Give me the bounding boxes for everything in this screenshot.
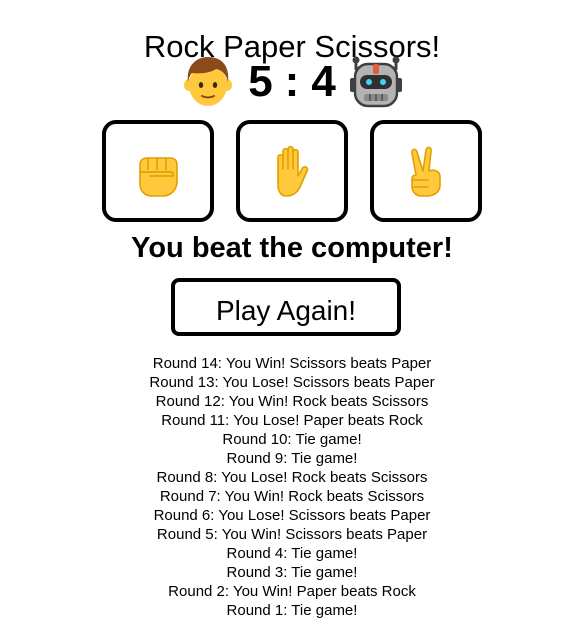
history-item: Round 4: Tie game! <box>226 545 358 562</box>
raised-hand-icon <box>264 143 320 199</box>
player-score: 5 <box>248 57 273 106</box>
history-item: Round 6: You Lose! Scissors beats Paper <box>153 507 431 524</box>
rock-button[interactable] <box>102 120 214 222</box>
play-again-button[interactable]: Play Again! <box>171 278 401 336</box>
history-item: Round 7: You Win! Rock beats Scissors <box>159 488 425 505</box>
history-item: Round 11: You Lose! Paper beats Rock <box>161 412 423 429</box>
history-item: Round 8: You Lose! Rock beats Scissors <box>156 469 428 486</box>
computer-score: 4 <box>311 57 336 106</box>
history-item: Round 2: You Win! Paper beats Rock <box>168 583 416 600</box>
choice-buttons <box>0 120 584 222</box>
scissors-button[interactable] <box>370 120 482 222</box>
paper-button[interactable] <box>236 120 348 222</box>
history-item: Round 14: You Win! Scissors beats Paper <box>152 355 432 372</box>
robot-face-icon <box>348 54 404 110</box>
history-item: Round 3: Tie game! <box>226 564 358 581</box>
score-separator: : <box>284 57 300 106</box>
score-display: 5 : 4 <box>248 54 336 110</box>
history-item: Round 10: Tie game! <box>222 431 362 448</box>
victory-hand-icon <box>398 143 454 199</box>
scoreboard: 5 : 4 <box>0 52 584 112</box>
history-item: Round 13: You Lose! Scissors beats Paper <box>149 374 435 391</box>
result-message: You beat the computer! <box>131 232 453 264</box>
raised-fist-icon <box>130 143 186 199</box>
history-item: Round 12: You Win! Rock beats Scissors <box>155 393 429 410</box>
history-item: Round 9: Tie game! <box>226 450 358 467</box>
history-item: Round 5: You Win! Scissors beats Paper <box>156 526 428 543</box>
history-item: Round 1: Tie game! <box>226 602 358 619</box>
boy-face-icon <box>180 54 236 110</box>
round-history: Round 14: You Win! Scissors beats Paper … <box>0 354 584 620</box>
